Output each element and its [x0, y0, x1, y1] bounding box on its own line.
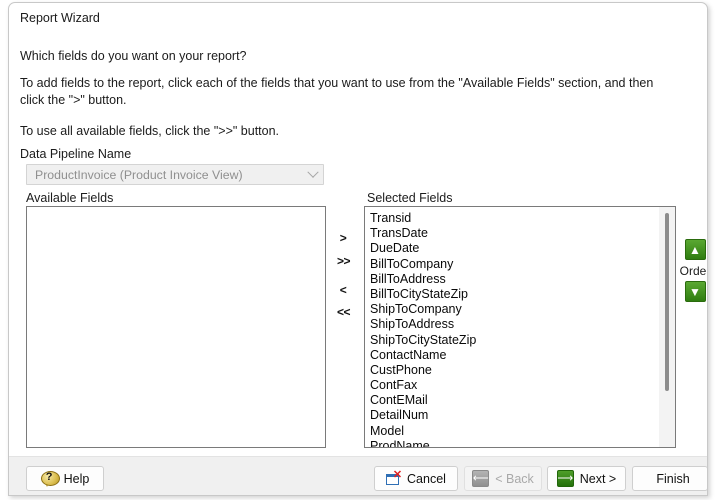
report-wizard-window: Report Wizard Which fields do you want o…	[8, 2, 708, 496]
cancel-window-icon: ✕	[386, 469, 402, 486]
next-button-label: Next >	[579, 471, 617, 486]
finish-button[interactable]: Finish	[632, 466, 707, 491]
available-fields-label: Available Fields	[26, 191, 114, 205]
selected-fields-scrollbar[interactable]	[659, 207, 675, 447]
data-pipeline-label: Data Pipeline Name	[20, 147, 132, 161]
data-pipeline-value: ProductInvoice (Product Invoice View)	[35, 168, 243, 182]
available-fields-listbox[interactable]	[26, 206, 326, 448]
scrollbar-thumb[interactable]	[665, 213, 669, 391]
list-item[interactable]: BillToCompany	[370, 257, 658, 272]
list-item[interactable]: ShipToCityStateZip	[370, 333, 658, 348]
help-bubble-icon: ?	[40, 471, 60, 487]
list-item[interactable]: ContEMail	[370, 393, 658, 408]
arrow-down-icon[interactable]: ▼	[684, 281, 706, 302]
list-item[interactable]: Model	[370, 424, 658, 439]
order-label: Order	[679, 264, 708, 278]
add-all-fields-button[interactable]: >>	[331, 251, 355, 269]
window-title: Report Wizard	[20, 11, 100, 25]
prompt-question: Which fields do you want on your report?	[20, 49, 247, 63]
finish-button-label: Finish	[656, 471, 690, 486]
list-item[interactable]: BillToCityStateZip	[370, 287, 658, 302]
list-item[interactable]: ShipToCompany	[370, 302, 658, 317]
selected-fields-listbox[interactable]: Transid TransDate DueDate BillToCompany Bill…	[364, 206, 676, 448]
back-button[interactable]: ⟵ < Back	[464, 466, 542, 491]
arrow-up-icon[interactable]: ▲	[684, 239, 706, 260]
list-item[interactable]: ContFax	[370, 378, 658, 393]
list-item[interactable]: ProdName	[370, 439, 658, 447]
list-item[interactable]: ContactName	[370, 348, 658, 363]
selected-fields-label: Selected Fields	[367, 191, 453, 205]
list-item[interactable]: DueDate	[370, 241, 658, 256]
instruction-add-fields: To add fields to the report, click each …	[20, 76, 654, 107]
footer-bar: ? Help ✕ Cancel ⟵ < Back ⟶ Next > Finish	[9, 456, 707, 495]
list-item[interactable]: CustPhone	[370, 363, 658, 378]
remove-field-button[interactable]: <	[331, 280, 355, 298]
list-item[interactable]: ShipToAddress	[370, 317, 658, 332]
order-controls: ▲ Order ▼	[677, 239, 708, 302]
data-pipeline-combobox[interactable]: ProductInvoice (Product Invoice View)	[26, 164, 324, 185]
help-button-label: Help	[63, 471, 90, 486]
list-item[interactable]: Transid	[370, 211, 658, 226]
list-item[interactable]: BillToAddress	[370, 272, 658, 287]
selected-fields-items: Transid TransDate DueDate BillToCompany Bill…	[365, 207, 658, 447]
back-button-label: < Back	[495, 471, 534, 486]
arrow-left-icon: ⟵	[472, 470, 490, 487]
help-button[interactable]: ? Help	[26, 466, 104, 491]
cancel-button[interactable]: ✕ Cancel	[374, 466, 458, 491]
remove-all-fields-button[interactable]: <<	[331, 302, 355, 320]
list-item[interactable]: DetailNum	[370, 408, 658, 423]
next-button[interactable]: ⟶ Next >	[547, 466, 626, 491]
add-field-button[interactable]: >	[331, 228, 355, 246]
arrow-right-icon: ⟶	[556, 470, 574, 487]
instruction-add-all-fields: To use all available fields, click the "…	[20, 124, 280, 138]
title-bar: Report Wizard	[9, 3, 707, 36]
cancel-button-label: Cancel	[407, 471, 446, 486]
list-item[interactable]: TransDate	[370, 226, 658, 241]
chevron-down-icon	[302, 165, 323, 184]
